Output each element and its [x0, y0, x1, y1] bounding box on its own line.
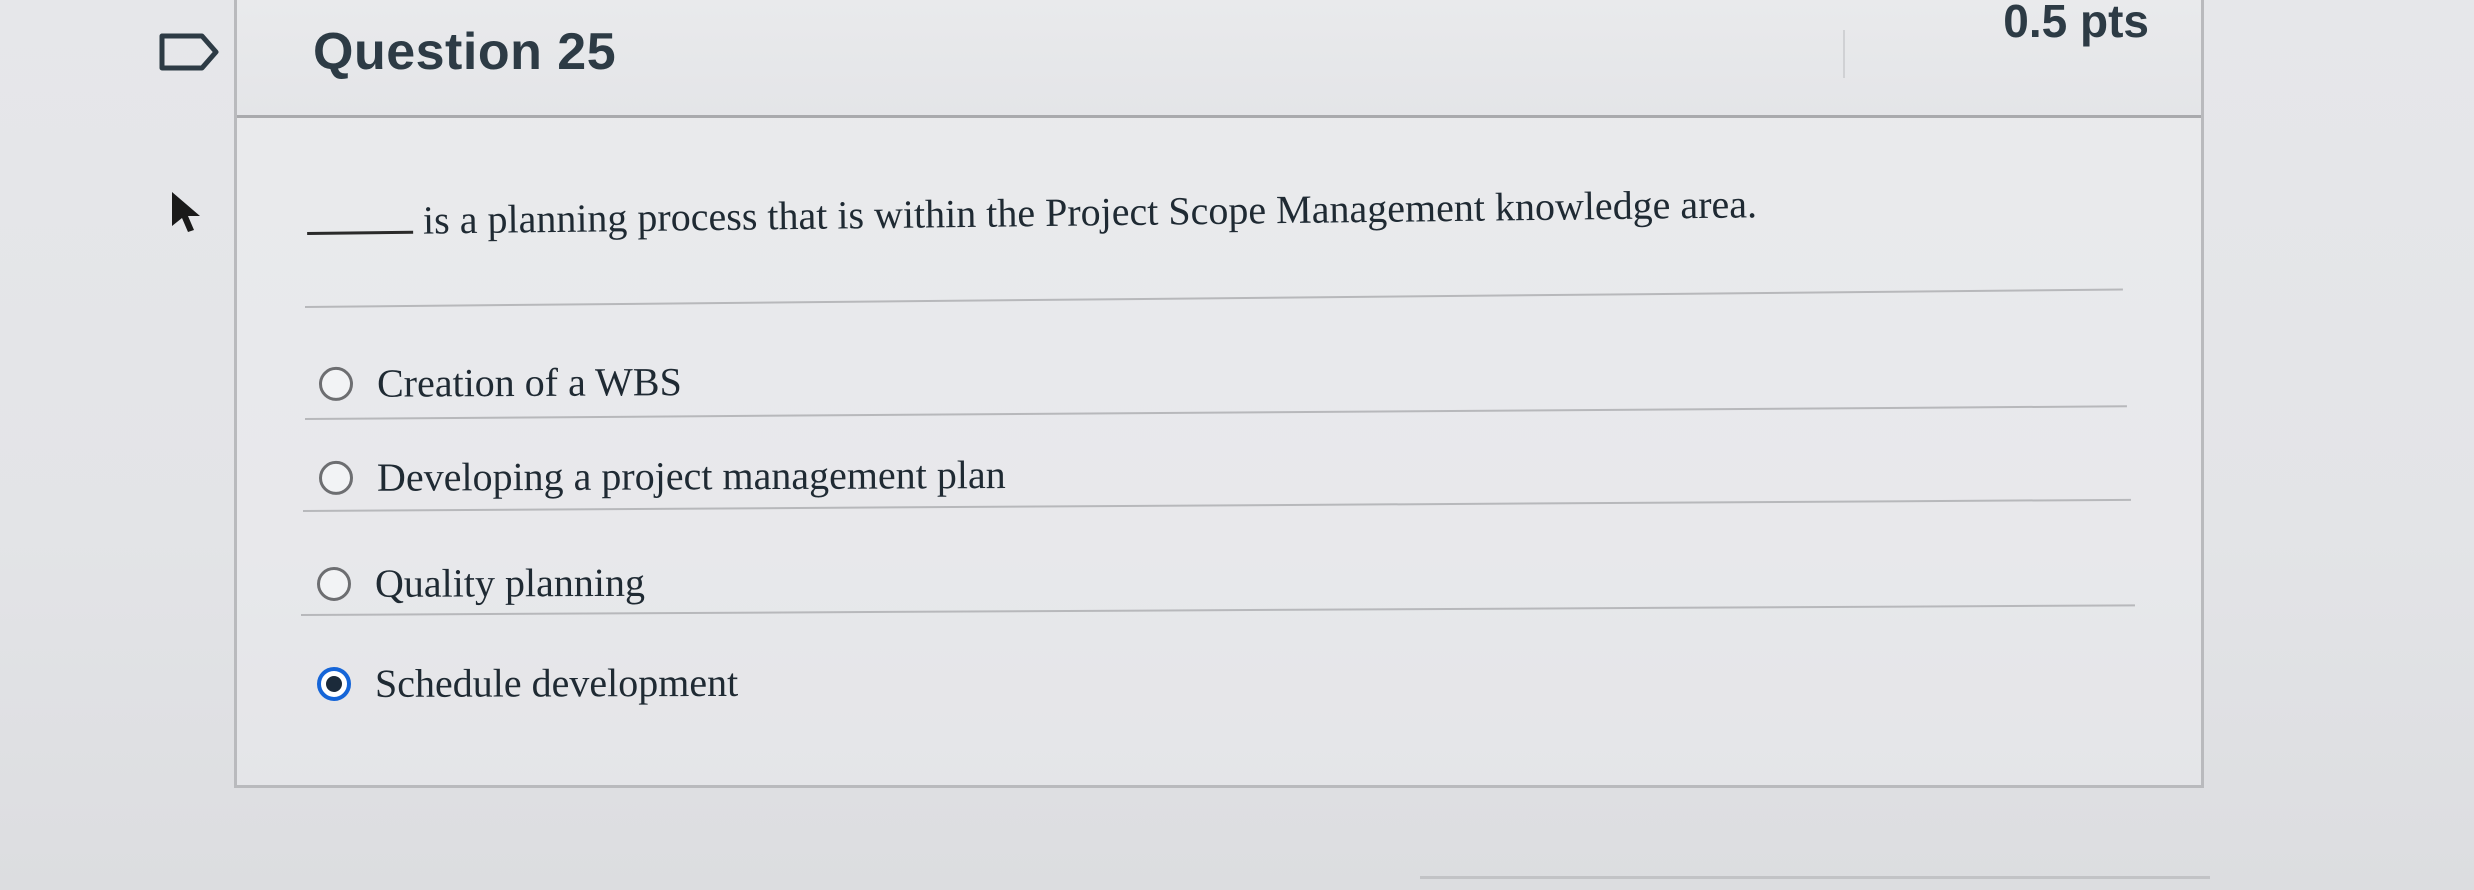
prompt-divider — [304, 288, 2123, 308]
radio-button[interactable] — [318, 460, 354, 495]
answer-label: Schedule development — [374, 659, 739, 706]
answer-option[interactable]: Developing a project management plan — [318, 451, 1006, 501]
radio-button-selected[interactable] — [316, 666, 352, 701]
mouse-pointer-icon — [172, 192, 200, 232]
radio-button[interactable] — [318, 366, 354, 401]
question-prompt: is a planning process that is within the… — [306, 180, 1758, 245]
answer-label: Quality planning — [374, 559, 646, 606]
answer-divider — [304, 405, 2127, 420]
question-title: Question 25 — [313, 23, 617, 81]
question-points: 0.5 pts — [2003, 0, 2149, 47]
question-card: Question 25 0.5 pts is a planning proces… — [234, 0, 2204, 788]
answer-option[interactable]: Creation of a WBS — [318, 358, 682, 407]
answer-divider — [302, 498, 2131, 512]
flag-question-icon[interactable] — [158, 32, 220, 72]
answer-divider — [300, 604, 2135, 616]
answer-option[interactable]: Quality planning — [316, 559, 646, 607]
header-divider — [1843, 30, 1845, 78]
answer-label: Developing a project management plan — [376, 452, 1006, 500]
question-header: Question 25 0.5 pts — [237, 0, 2201, 118]
prompt-text: is a planning process that is within the… — [422, 181, 1758, 243]
fill-in-blank — [306, 210, 414, 235]
answer-label: Creation of a WBS — [376, 359, 682, 406]
answer-option[interactable]: Schedule development — [316, 659, 739, 707]
next-section-border — [1420, 876, 2210, 879]
radio-button[interactable] — [316, 566, 352, 601]
